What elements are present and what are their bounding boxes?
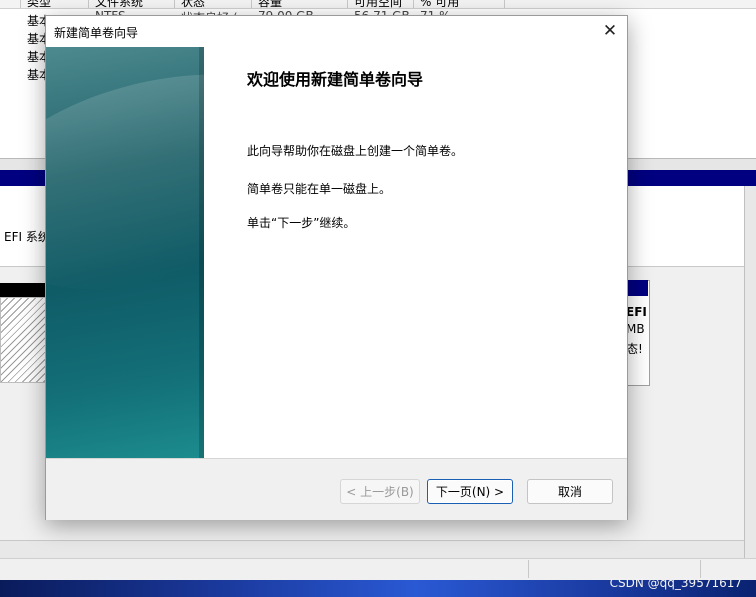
watermark: CSDN @qq_39571617 [609,576,742,590]
back-button[interactable]: < 上一步(B) [340,479,420,504]
column-divider[interactable] [88,0,89,8]
column-header-percent-free[interactable]: % 可用 [420,0,459,8]
size-fragment-label: MB [626,322,645,336]
new-simple-volume-wizard: 新建简单卷向导 ✕ 欢迎使用新建简单卷向导 此向导帮助你在磁盘上创建一个简单卷。… [45,15,628,520]
column-divider[interactable] [20,0,21,8]
column-divider[interactable] [347,0,348,8]
column-header-filesystem[interactable]: 文件系统 [95,0,143,8]
dialog-title: 新建简单卷向导 [54,26,139,40]
column-header-status[interactable]: 状态 [181,0,205,8]
wizard-banner-image [46,47,204,458]
efi-fragment-label: EFI [626,305,647,319]
cancel-button[interactable]: 取消 [527,479,613,504]
volume-list-header: 类型 文件系统 状态 容量 可用空间 % 可用 [0,0,756,9]
dialog-button-bar: < 上一步(B) 下一页(N) > 取消 [46,458,627,520]
wizard-instruction-text: 单击“下一步”继续。 [247,216,356,230]
column-header-type[interactable]: 类型 [27,0,51,8]
banner-edge-shadow [199,47,204,458]
column-divider[interactable] [251,0,252,8]
horizontal-scrollbar[interactable] [0,540,744,559]
unallocated-space[interactable] [0,297,48,383]
column-divider[interactable] [174,0,175,8]
vertical-scrollbar[interactable] [744,186,756,558]
status-fragment-label: 态! [626,342,643,356]
wizard-heading: 欢迎使用新建简单卷向导 [247,70,424,89]
banner-sweep [46,47,204,325]
column-header-free-space[interactable]: 可用空间 [354,0,402,8]
wizard-note-text: 简单卷只能在单一磁盘上。 [247,182,392,196]
column-divider[interactable] [504,0,505,8]
column-header-capacity[interactable]: 容量 [258,0,282,8]
status-divider [528,560,529,578]
wizard-intro-text: 此向导帮助你在磁盘上创建一个简单卷。 [247,144,464,158]
next-button[interactable]: 下一页(N) > [427,479,513,504]
column-divider[interactable] [413,0,414,8]
close-icon[interactable]: ✕ [599,22,621,42]
unallocated-bar [0,283,48,297]
